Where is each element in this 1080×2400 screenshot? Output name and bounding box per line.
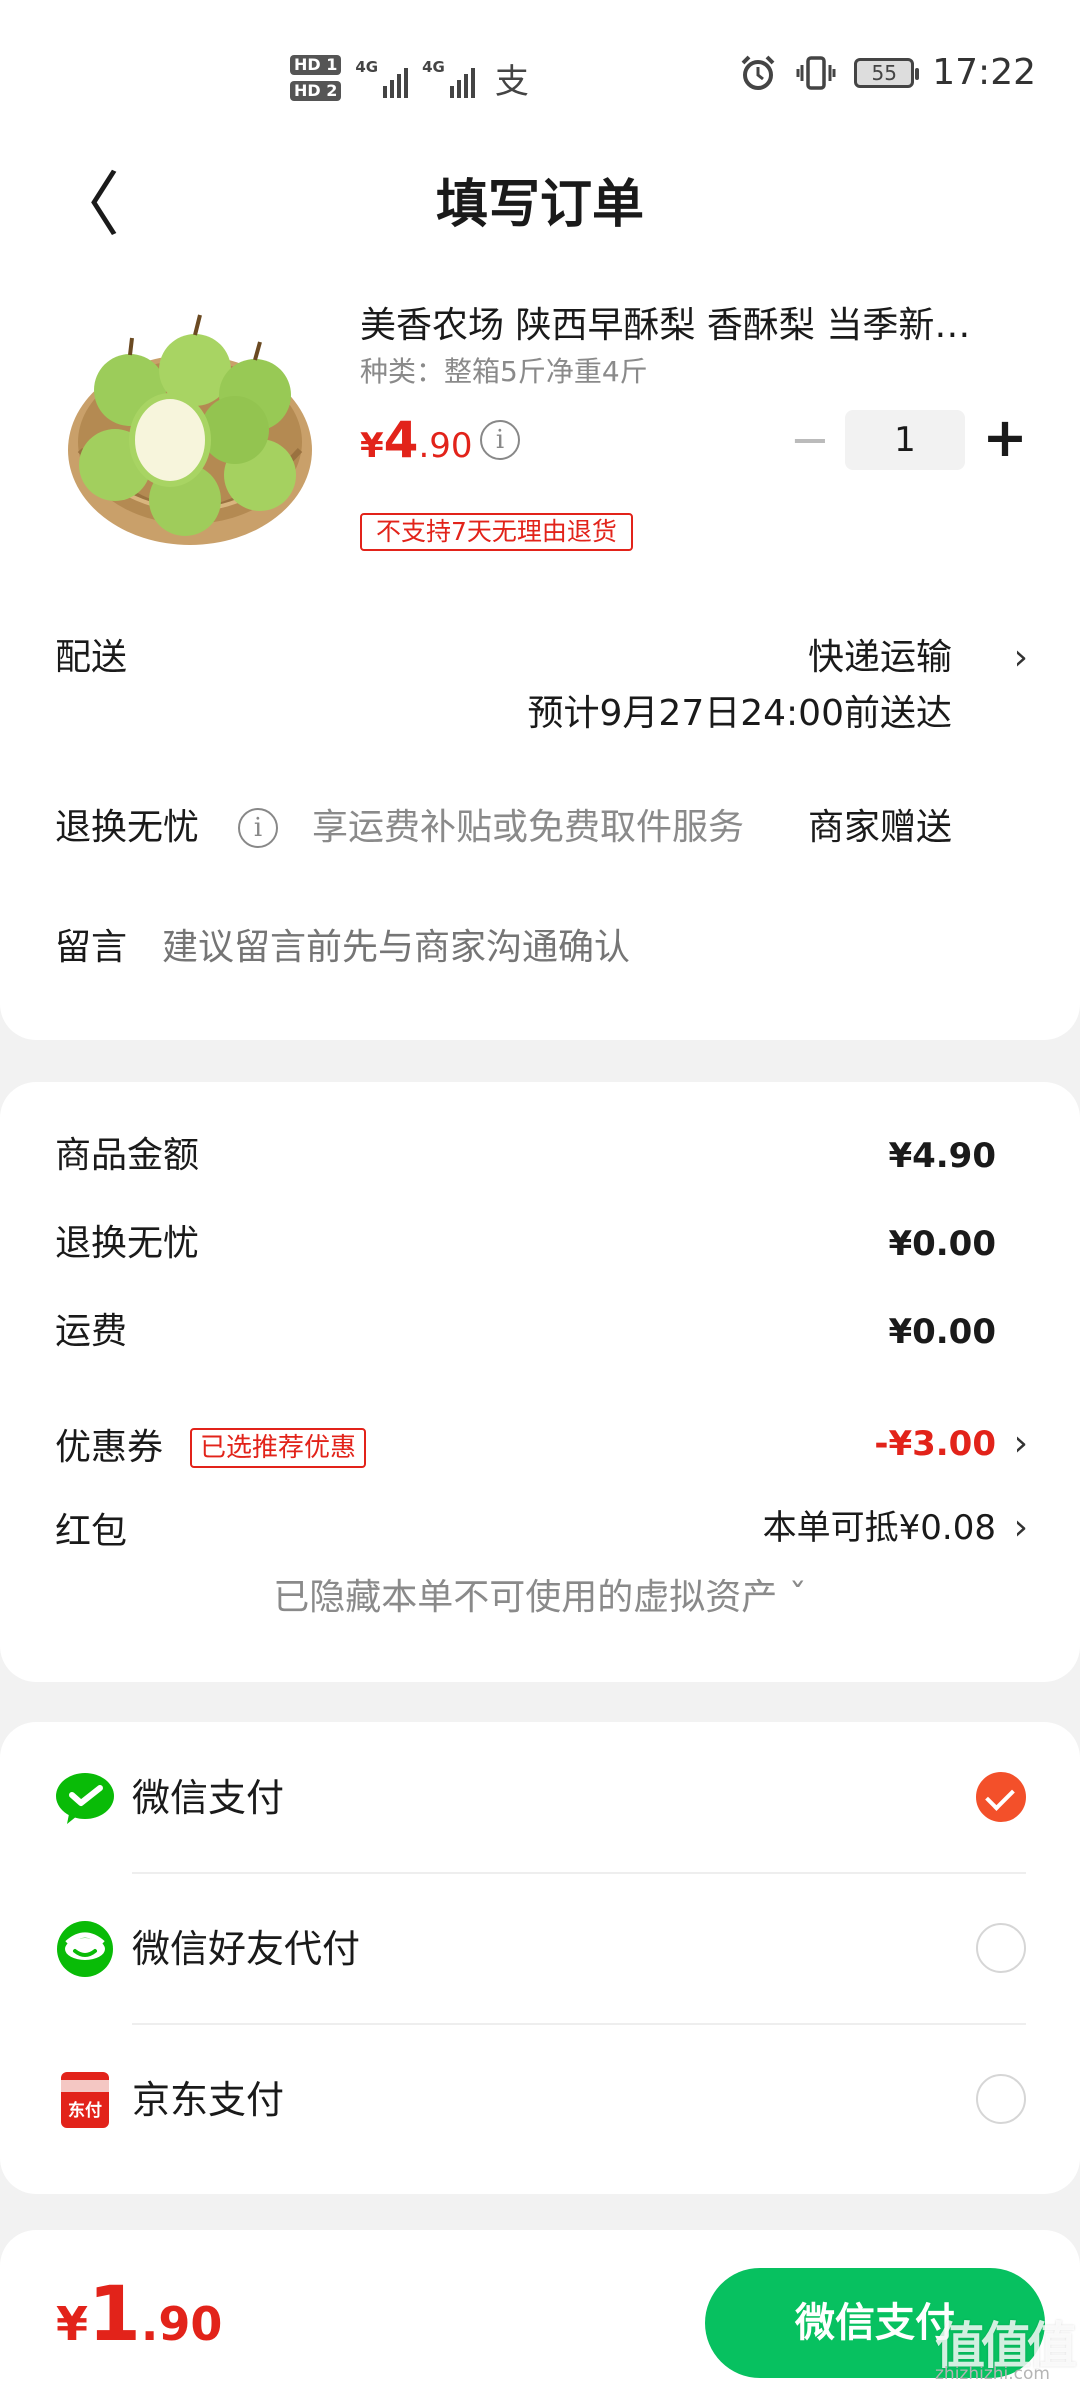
price-info-icon[interactable]: i	[480, 420, 520, 460]
payment-radio[interactable]	[976, 1923, 1026, 1973]
hongbao-chevron-icon[interactable]: ›	[1014, 1502, 1028, 1554]
hongbao-label: 红包	[55, 1511, 128, 1552]
goods-amount-value: ¥4.90	[888, 1136, 996, 1176]
payment-option-wechat-friend[interactable]: 微信好友代付	[0, 1873, 1080, 2023]
coupon-chevron-icon[interactable]: ›	[1014, 1418, 1028, 1470]
network-type-1: 4G	[355, 58, 379, 76]
clock: 17:22	[932, 52, 1036, 93]
goods-amount-label: 商品金额	[55, 1135, 200, 1176]
delivery-chevron-icon[interactable]: ›	[1014, 632, 1028, 684]
payment-label: 微信好友代付	[132, 1927, 361, 1971]
alarm-icon	[741, 55, 775, 90]
battery-icon: 55	[854, 57, 920, 88]
coupon-value[interactable]: -¥3.00	[874, 1418, 996, 1470]
signal-icon-2: 4G	[422, 58, 475, 98]
wechat-friend-pay-icon	[57, 1921, 113, 1977]
worry-free-value: 商家赠送	[807, 807, 952, 848]
page-header: 〈 填写订单	[0, 150, 1080, 260]
price-currency: ¥	[360, 426, 384, 466]
wechat-pay-icon	[56, 1773, 114, 1824]
delivery-method[interactable]: 快递运输	[808, 632, 952, 684]
order-total: ¥1.90	[56, 2264, 222, 2385]
page-title: 填写订单	[435, 175, 644, 235]
worry-free-desc: 享运费补贴或免费取件服务	[312, 807, 745, 848]
message-label: 留言	[55, 927, 128, 968]
hd1-badge: HD 1	[290, 55, 342, 75]
hidden-assets-toggle[interactable]: 已隐藏本单不可使用的虚拟资产 ˇ	[0, 1572, 1080, 1624]
total-currency: ¥	[56, 2297, 89, 2351]
message-input[interactable]	[162, 922, 1022, 974]
worry-fee-value: ¥0.00	[888, 1224, 996, 1264]
watermark-url: zhizhizhi.com	[935, 2364, 1050, 2384]
worry-free-label: 退换无忧	[55, 807, 200, 848]
alipay-icon: 支	[494, 61, 529, 102]
product-price: ¥4.90	[360, 408, 473, 484]
price-summary-card: 商品金额 ¥4.90 退换无忧 ¥0.00 运费 ¥0.00 优惠券 已选推荐优…	[0, 1082, 1080, 1682]
quantity-decrease-button[interactable]: −	[785, 410, 835, 470]
price-integer: 4	[383, 411, 419, 469]
total-integer: 1	[88, 2269, 141, 2358]
product-title[interactable]: 美香农场 陕西早酥梨 香酥梨 当季新…	[360, 300, 1040, 352]
delivery-label: 配送	[55, 637, 128, 678]
status-right-group: 55 17:22	[738, 52, 1036, 93]
coupon-badge: 已选推荐优惠	[190, 1428, 367, 1468]
jd-icon-text: 东付	[68, 2100, 102, 2121]
order-card: 美香农场 陕西早酥梨 香酥梨 当季新… 种类：整箱5斤净重4斤 ¥4.90 i …	[0, 260, 1080, 1040]
hd2-badge: HD 2	[290, 81, 342, 101]
price-decimal: .90	[418, 426, 473, 466]
network-type-2: 4G	[422, 58, 445, 76]
quantity-increase-button[interactable]: +	[975, 408, 1035, 468]
hd-indicators: HD 1 HD 2	[290, 55, 342, 101]
payment-label: 京东支付	[132, 2078, 285, 2122]
product-image[interactable]	[60, 300, 320, 560]
shipping-value: ¥0.00	[888, 1312, 996, 1352]
payment-radio[interactable]	[976, 2074, 1026, 2124]
quantity-input[interactable]: 1	[845, 410, 965, 470]
vibrate-icon	[796, 55, 836, 90]
status-bar: HD 1 HD 2 4G 4G 支 55 17:22	[0, 0, 1080, 150]
coupon-label: 优惠券	[55, 1427, 164, 1468]
shipping-label: 运费	[55, 1311, 128, 1352]
bottom-bar: ¥1.90 微信支付	[0, 2230, 1080, 2400]
total-decimal: .90	[140, 2297, 223, 2351]
payment-option-wechat[interactable]: 微信支付	[0, 1722, 1080, 1872]
hongbao-value[interactable]: 本单可抵¥0.08	[763, 1502, 996, 1554]
payment-radio-selected[interactable]	[976, 1772, 1026, 1822]
status-left-group: HD 1 HD 2 4G 4G 支	[290, 48, 529, 108]
payment-methods-card: 微信支付 微信好友代付 东付 京东支付	[0, 1722, 1080, 2194]
jd-pay-icon: 东付	[61, 2072, 109, 2128]
worry-free-info-icon[interactable]: i	[238, 808, 278, 848]
payment-label: 微信支付	[132, 1776, 285, 1820]
no-return-tag: 不支持7天无理由退货	[360, 513, 633, 551]
worry-fee-label: 退换无忧	[55, 1223, 200, 1264]
payment-option-jd[interactable]: 东付 京东支付	[0, 2024, 1080, 2174]
product-spec[interactable]: 种类：整箱5斤净重4斤	[360, 352, 648, 392]
signal-icon: 4G	[355, 58, 409, 98]
delivery-eta: 预计9月27日24:00前送达	[527, 693, 952, 734]
